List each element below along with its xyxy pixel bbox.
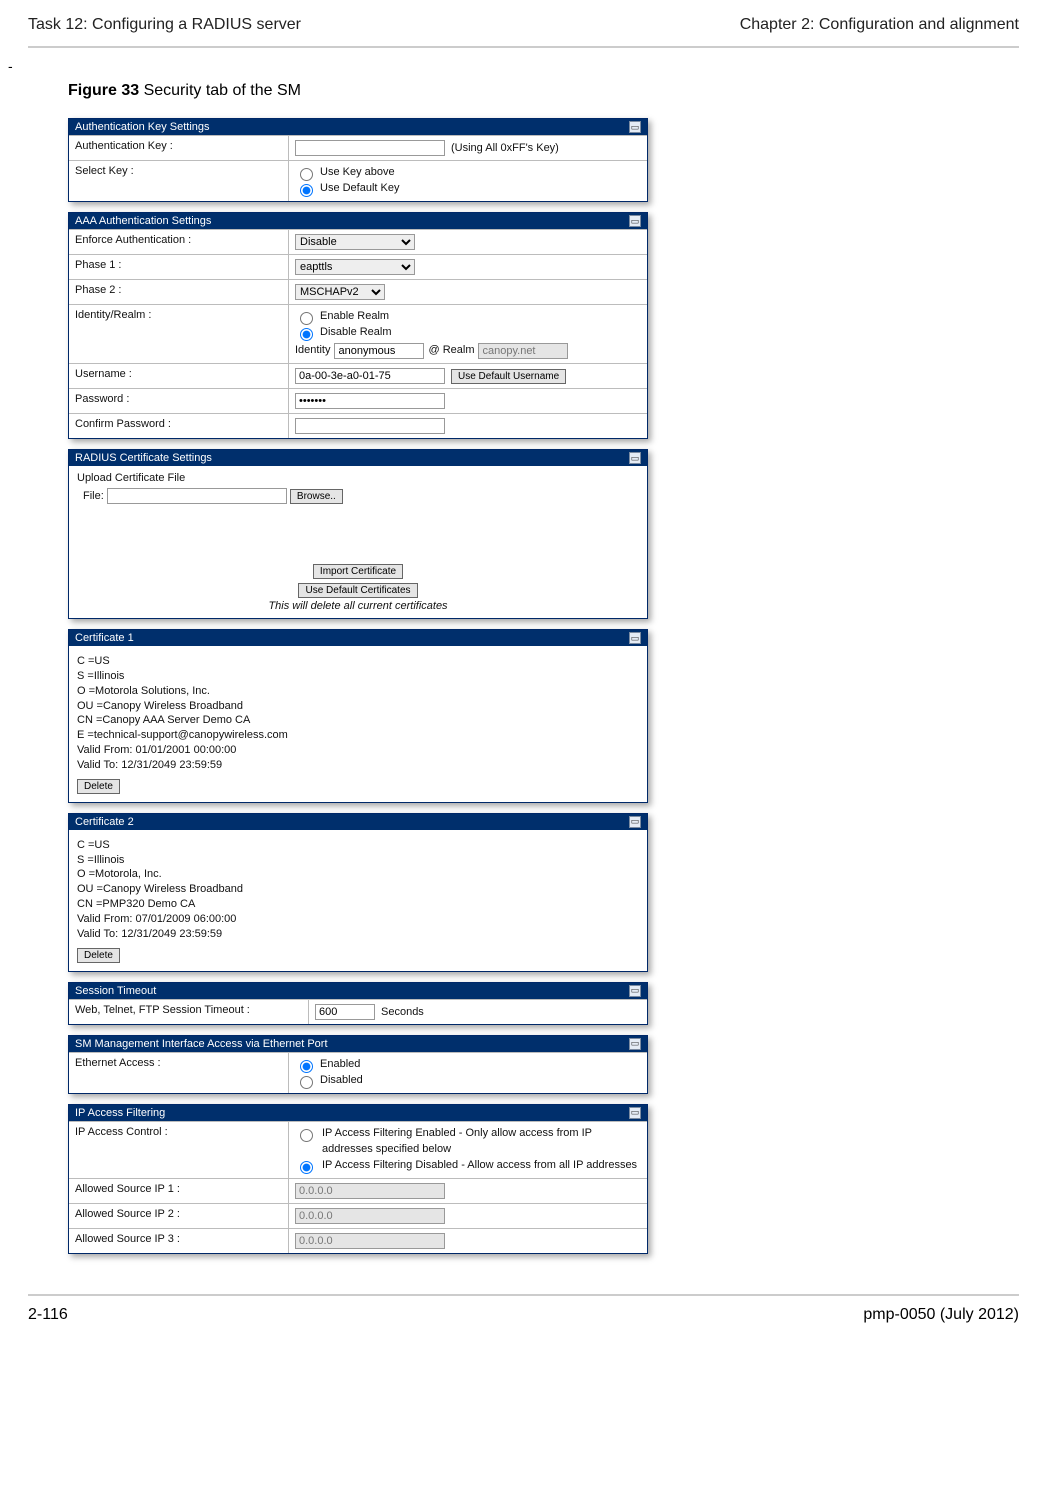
figure-caption: Figure 33 Security tab of the SM [68, 82, 1019, 100]
label-session-timeout: Web, Telnet, FTP Session Timeout : [69, 1000, 309, 1024]
minimize-icon[interactable]: ▭ [629, 816, 641, 828]
username-input[interactable] [295, 368, 445, 384]
panel-title: SM Management Interface Access via Ether… [75, 1038, 328, 1050]
minimize-icon[interactable]: ▭ [629, 1107, 641, 1119]
file-path-input[interactable] [107, 488, 287, 504]
browse-button[interactable]: Browse.. [290, 489, 343, 504]
label-username: Username : [69, 364, 289, 388]
import-cert-button[interactable]: Import Certificate [313, 564, 403, 579]
label-phase1: Phase 1 : [69, 255, 289, 279]
panel-auth-key: Authentication Key Settings ▭ Authentica… [68, 118, 648, 202]
enforce-auth-select[interactable]: Disable [295, 234, 415, 250]
delete-cert1-button[interactable]: Delete [77, 779, 120, 794]
label-phase2: Phase 2 : [69, 280, 289, 304]
realm-input[interactable] [478, 343, 568, 359]
panel-cert1: Certificate 1 ▭ C =US S =Illinois O =Mot… [68, 629, 648, 803]
file-label: File: [83, 490, 104, 502]
radio-ip-filter-enabled[interactable] [300, 1129, 313, 1142]
panel-title: Certificate 1 [75, 632, 134, 644]
auth-key-input[interactable] [295, 140, 445, 156]
header-right: Chapter 2: Configuration and alignment [740, 16, 1019, 34]
minimize-icon[interactable]: ▭ [629, 1038, 641, 1050]
session-timeout-input[interactable] [315, 1004, 375, 1020]
panel-title: RADIUS Certificate Settings [75, 452, 212, 464]
label-auth-key: Authentication Key : [69, 136, 289, 160]
radio-disable-realm[interactable] [300, 328, 313, 341]
phase2-select[interactable]: MSCHAPv2 [295, 284, 385, 300]
minimize-icon[interactable]: ▭ [629, 632, 641, 644]
cert2-body: C =US S =Illinois O =Motorola, Inc. OU =… [69, 830, 647, 948]
radio-ip-filter-disabled[interactable] [300, 1161, 313, 1174]
panel-cert2: Certificate 2 ▭ C =US S =Illinois O =Mot… [68, 813, 648, 972]
minimize-icon[interactable]: ▭ [629, 452, 641, 464]
panel-title: Authentication Key Settings [75, 121, 210, 133]
cert1-body: C =US S =Illinois O =Motorola Solutions,… [69, 646, 647, 779]
minimize-icon[interactable]: ▭ [629, 215, 641, 227]
confirm-password-input[interactable] [295, 418, 445, 434]
label-ethernet-access: Ethernet Access : [69, 1053, 289, 1093]
upload-cert-label: Upload Certificate File [77, 472, 639, 484]
auth-key-note: (Using All 0xFF's Key) [451, 142, 559, 154]
panel-title: Certificate 2 [75, 816, 134, 828]
footer-doc: pmp-0050 (July 2012) [863, 1306, 1019, 1324]
panel-mgmt-access: SM Management Interface Access via Ether… [68, 1035, 648, 1094]
seconds-label: Seconds [381, 1006, 424, 1018]
radio-eth-enabled[interactable] [300, 1060, 313, 1073]
label-allowed-ip3: Allowed Source IP 3 : [69, 1229, 289, 1253]
radio-default-key[interactable] [300, 184, 313, 197]
radio-key-above[interactable] [300, 168, 313, 181]
panel-title: IP Access Filtering [75, 1107, 165, 1119]
panel-ip-filtering: IP Access Filtering ▭ IP Access Control … [68, 1104, 648, 1254]
radio-eth-disabled[interactable] [300, 1076, 313, 1089]
delete-cert2-button[interactable]: Delete [77, 948, 120, 963]
header-left: Task 12: Configuring a RADIUS server [28, 16, 301, 34]
allowed-ip3-input[interactable] [295, 1233, 445, 1249]
identity-input[interactable] [334, 343, 424, 359]
stray-dash: - [8, 58, 1019, 74]
allowed-ip1-input[interactable] [295, 1183, 445, 1199]
password-input[interactable] [295, 393, 445, 409]
label-select-key: Select Key : [69, 161, 289, 201]
label-password: Password : [69, 389, 289, 413]
allowed-ip2-input[interactable] [295, 1208, 445, 1224]
panel-title: AAA Authentication Settings [75, 215, 211, 227]
use-default-certs-button[interactable]: Use Default Certificates [298, 583, 417, 598]
panel-radius-cert: RADIUS Certificate Settings ▭ Upload Cer… [68, 449, 648, 619]
panel-session-timeout: Session Timeout ▭ Web, Telnet, FTP Sessi… [68, 982, 648, 1025]
label-allowed-ip1: Allowed Source IP 1 : [69, 1179, 289, 1203]
footer-page: 2-116 [28, 1306, 68, 1324]
minimize-icon[interactable]: ▭ [629, 985, 641, 997]
figure-number: Figure 33 [68, 82, 139, 99]
divider [28, 46, 1019, 48]
use-default-username-button[interactable]: Use Default Username [451, 369, 566, 384]
label-identity-realm: Identity/Realm : [69, 305, 289, 363]
cert-warning: This will delete all current certificate… [77, 600, 639, 612]
panel-aaa: AAA Authentication Settings ▭ Enforce Au… [68, 212, 648, 439]
minimize-icon[interactable]: ▭ [629, 121, 641, 133]
label-allowed-ip2: Allowed Source IP 2 : [69, 1204, 289, 1228]
label-ip-access-control: IP Access Control : [69, 1122, 289, 1178]
phase1-select[interactable]: eapttls [295, 259, 415, 275]
label-enforce-auth: Enforce Authentication : [69, 230, 289, 254]
label-confirm-password: Confirm Password : [69, 414, 289, 438]
radio-enable-realm[interactable] [300, 312, 313, 325]
panel-title: Session Timeout [75, 985, 156, 997]
